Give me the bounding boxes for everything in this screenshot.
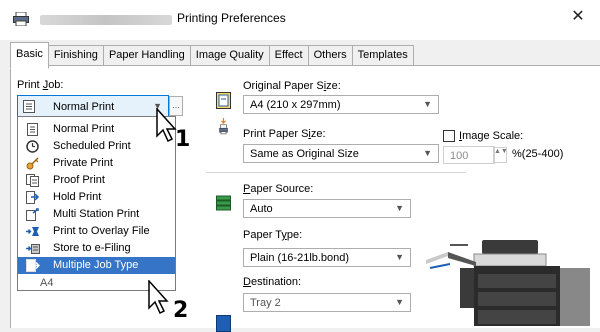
- list-item-multi-station-print[interactable]: Multi Station Print: [18, 206, 175, 223]
- paper-type-value: Plain (16-21lb.bond): [250, 252, 350, 264]
- paper-source-icon: [216, 195, 231, 211]
- print-paper-size-value: Same as Original Size: [250, 148, 359, 160]
- window-title: Printing Preferences: [177, 11, 286, 25]
- print-paper-size-select[interactable]: Same as Original Size ▼: [243, 144, 439, 163]
- destination-icon: [216, 315, 231, 332]
- print-job-dropdown-list: Normal Print Scheduled Print Private Pri…: [17, 116, 176, 291]
- image-scale-checkbox[interactable]: [443, 130, 455, 142]
- print-job-select[interactable]: Normal Print ▼: [17, 95, 169, 117]
- original-paper-size-label: Original Paper Size:: [243, 80, 341, 92]
- list-item-print-to-overlay-file[interactable]: Print to Overlay File: [18, 223, 175, 240]
- tab-finishing[interactable]: Finishing: [47, 45, 104, 65]
- destination-label: Destination:: [243, 276, 302, 288]
- overlay-icon: [26, 227, 39, 236]
- step-2-callout: 2: [173, 298, 189, 323]
- image-scale-range: %(25-400): [512, 148, 564, 160]
- tab-templates[interactable]: Templates: [351, 45, 414, 65]
- paper-size-preview-label: A4: [40, 277, 54, 289]
- paper-source-value: Auto: [250, 203, 273, 215]
- tab-basic[interactable]: Basic: [10, 42, 49, 69]
- list-item-scheduled-print[interactable]: Scheduled Print: [18, 138, 175, 155]
- chevron-down-icon: ▼: [423, 99, 432, 109]
- paper-source-label: Paper Source:: [243, 183, 314, 195]
- proof-icon: [26, 174, 39, 187]
- tab-paper-handling[interactable]: Paper Handling: [102, 45, 191, 65]
- chevron-down-icon: ▼: [395, 297, 404, 307]
- tab-effect[interactable]: Effect: [268, 45, 309, 65]
- print-size-icon: [219, 118, 228, 135]
- hold-icon: [26, 191, 40, 204]
- paper-type-select[interactable]: Plain (16-21lb.bond) ▼: [243, 248, 411, 267]
- image-scale-label: Image Scale:: [459, 130, 524, 142]
- image-scale-value: 100: [450, 150, 469, 162]
- list-item-proof-print[interactable]: Proof Print: [18, 172, 175, 189]
- destination-select[interactable]: Tray 2 ▼: [243, 293, 411, 312]
- efiling-icon: [26, 244, 40, 254]
- tab-image-quality[interactable]: Image Quality: [189, 45, 270, 65]
- print-job-value: Normal Print: [53, 101, 115, 113]
- step-1-callout: 1: [175, 127, 191, 152]
- document-icon: [23, 100, 35, 113]
- image-scale-input[interactable]: 100: [443, 146, 495, 164]
- list-item-private-print[interactable]: Private Print: [18, 155, 175, 172]
- multiple-job-icon: [26, 259, 40, 272]
- tab-others[interactable]: Others: [307, 45, 353, 65]
- chevron-down-icon: ▼: [395, 252, 404, 262]
- tab-strip: Basic Finishing Paper Handling Image Qua…: [10, 42, 414, 69]
- printer-illustration: [426, 240, 590, 326]
- original-paper-size-select[interactable]: A4 (210 x 297mm) ▼: [243, 95, 439, 114]
- destination-value: Tray 2: [250, 297, 281, 309]
- original-paper-size-value: A4 (210 x 297mm): [250, 99, 341, 111]
- list-item-multiple-job-type[interactable]: Multiple Job Type: [18, 257, 175, 274]
- divider: [206, 172, 466, 173]
- original-size-icon: [216, 92, 231, 109]
- title-bar: Printing Preferences ✕: [0, 0, 600, 40]
- print-job-label: Print Job:: [17, 79, 64, 91]
- redacted-printer-name: [40, 15, 172, 25]
- list-item-hold-print[interactable]: Hold Print: [18, 189, 175, 206]
- list-item-normal-print[interactable]: Normal Print: [18, 121, 175, 138]
- paper-source-select[interactable]: Auto ▼: [243, 199, 411, 218]
- clock-icon: [26, 140, 39, 153]
- mouse-cursor-icon: [148, 280, 169, 315]
- key-icon: [26, 157, 39, 170]
- multi-station-icon: [26, 208, 39, 221]
- chevron-down-icon: ▼: [423, 148, 432, 158]
- image-scale-spinner[interactable]: ▲▼: [493, 147, 508, 163]
- print-paper-size-label: Print Paper Size:: [243, 128, 326, 140]
- printer-icon: [13, 12, 29, 26]
- chevron-down-icon: ▼: [395, 203, 404, 213]
- list-item-store-to-efiling[interactable]: Store to e-Filing: [18, 240, 175, 257]
- close-button[interactable]: ✕: [556, 0, 600, 32]
- paper-type-label: Paper Type:: [243, 229, 303, 241]
- document-icon: [27, 123, 38, 136]
